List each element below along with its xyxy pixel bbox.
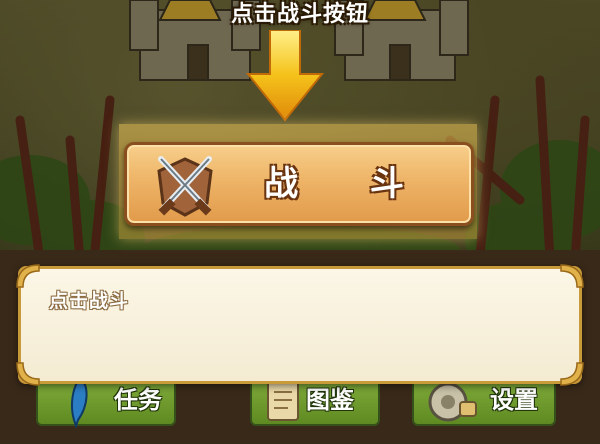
quest-label: 任务: [114, 386, 162, 414]
dialog-corner-ornament: [560, 264, 584, 288]
dialog-message: 点击战斗: [49, 290, 130, 312]
settings-label: 设置: [490, 386, 538, 414]
dialog-corner-ornament: [16, 362, 40, 386]
dialog-corner-ornament: [16, 264, 40, 288]
arrow-down-icon: [246, 30, 324, 122]
battle-button-label: 战 斗: [264, 164, 434, 204]
battle-button[interactable]: 战 斗: [124, 142, 474, 226]
crossed-swords-icon: [157, 156, 213, 217]
dialog-corner-ornament: [560, 362, 584, 386]
codex-label: 图鉴: [306, 386, 354, 414]
tutorial-hint: 点击战斗按钮: [230, 2, 369, 27]
tutorial-dialog: 点击战斗: [16, 264, 584, 386]
